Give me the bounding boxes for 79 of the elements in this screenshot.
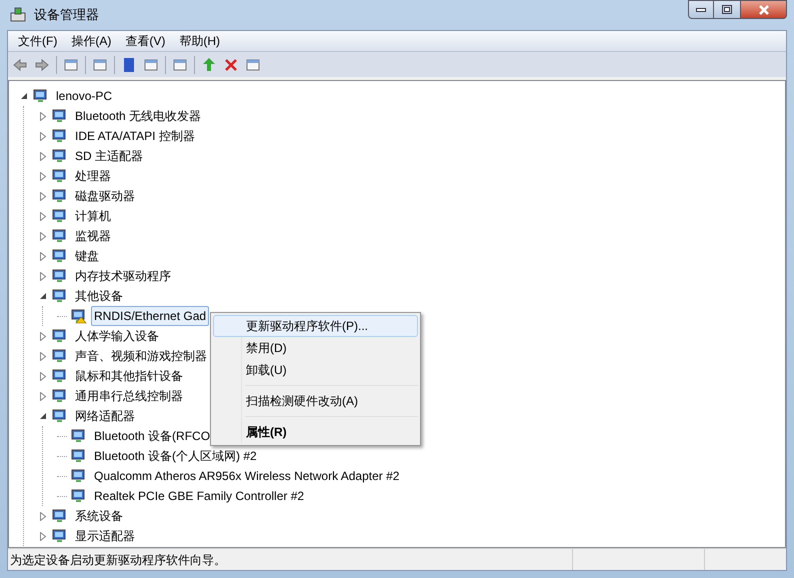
tree-item[interactable]: 监视器 — [72, 226, 114, 246]
device-icon — [52, 248, 68, 264]
menu-item[interactable]: 查看(V) — [119, 32, 172, 50]
tree-item[interactable]: 磁盘驱动器 — [72, 186, 138, 206]
expand-arrow-icon[interactable] — [39, 172, 47, 180]
tree-item[interactable]: RNDIS/Ethernet Gad — [91, 306, 210, 326]
device-icon — [33, 88, 49, 104]
device-icon — [52, 128, 68, 144]
expand-arrow-icon[interactable] — [39, 392, 47, 400]
menu-item[interactable]: 操作(A) — [65, 32, 118, 50]
window-title: 设备管理器 — [34, 6, 99, 24]
device-icon — [52, 108, 68, 124]
context-menu-item[interactable]: 禁用(D) — [213, 337, 418, 359]
maximize-icon — [722, 5, 732, 14]
context-menu-item[interactable]: 更新驱动程序软件(P)... — [213, 315, 418, 337]
expand-arrow-icon[interactable] — [39, 372, 47, 380]
expand-arrow-icon[interactable] — [39, 192, 47, 200]
expand-arrow-icon[interactable] — [39, 272, 47, 280]
app-icon — [10, 7, 26, 23]
tree-item[interactable]: 网络适配器 — [72, 406, 138, 426]
tree-item[interactable]: 显示适配器 — [72, 526, 138, 546]
expand-arrow-icon[interactable] — [39, 212, 47, 220]
context-menu-item[interactable]: 属性(R) — [213, 421, 418, 443]
device-icon — [52, 148, 68, 164]
tree-item[interactable]: SD 主适配器 — [72, 146, 146, 166]
collapse-arrow-icon[interactable] — [39, 292, 47, 300]
device-icon — [52, 528, 68, 544]
tree-item[interactable]: 通用串行总线控制器 — [72, 386, 186, 406]
close-button[interactable] — [740, 0, 787, 19]
tree-item[interactable]: 内存技术驱动程序 — [72, 266, 174, 286]
device-icon — [52, 208, 68, 224]
device-icon — [52, 348, 68, 364]
context-menu-item[interactable]: 卸载(U) — [213, 359, 418, 381]
tree-item[interactable]: Qualcomm Atheros AR956x Wireless Network Adapter #2 — [91, 466, 402, 486]
menu-item[interactable]: 帮助(H) — [173, 32, 226, 50]
device-icon — [52, 368, 68, 384]
expand-arrow-icon[interactable] — [39, 252, 47, 260]
tree-item[interactable]: lenovo-PC — [53, 86, 116, 106]
expand-arrow-icon[interactable] — [39, 512, 47, 520]
device-icon — [52, 268, 68, 284]
tree-item[interactable]: 其他设备 — [72, 286, 126, 306]
device-icon — [52, 228, 68, 244]
tree-item[interactable]: 键盘 — [72, 246, 102, 266]
context-menu-item[interactable]: 扫描检测硬件改动(A) — [213, 390, 418, 412]
expand-arrow-icon[interactable] — [39, 152, 47, 160]
forward-arrow-icon[interactable] — [34, 56, 50, 72]
expand-arrow-icon[interactable] — [39, 352, 47, 360]
tree-item[interactable]: Bluetooth 设备(个人区域网) #2 — [91, 446, 260, 466]
device-icon — [52, 168, 68, 184]
tree-item[interactable]: 处理器 — [72, 166, 114, 186]
minimize-icon — [696, 8, 706, 12]
expand-arrow-icon[interactable] — [39, 532, 47, 540]
collapse-arrow-icon[interactable] — [39, 412, 47, 420]
tree-item[interactable]: Bluetooth 设备(RFCO — [91, 426, 214, 446]
tree-item[interactable]: Bluetooth 无线电收发器 — [72, 106, 204, 126]
expand-arrow-icon[interactable] — [39, 332, 47, 340]
tree-item[interactable]: 人体学输入设备 — [72, 326, 162, 346]
tree-item[interactable]: 计算机 — [72, 206, 114, 226]
expand-arrow-icon[interactable] — [39, 132, 47, 140]
device-icon — [52, 328, 68, 344]
menu-item[interactable]: 文件(F) — [12, 32, 64, 50]
back-arrow-icon[interactable] — [12, 56, 28, 72]
maximize-button[interactable] — [714, 0, 740, 19]
device-icon — [52, 188, 68, 204]
device-icon — [52, 288, 68, 304]
close-icon — [758, 4, 770, 14]
expand-arrow-icon[interactable] — [39, 112, 47, 120]
device-icon — [52, 388, 68, 404]
tree-item[interactable]: 系统设备 — [72, 506, 126, 526]
status-text: 为选定设备启动更新驱动程序软件向导。 — [9, 552, 227, 568]
minimize-button[interactable] — [688, 0, 714, 19]
device-icon — [52, 508, 68, 524]
expand-arrow-icon[interactable] — [39, 232, 47, 240]
tree-item[interactable]: IDE ATA/ATAPI 控制器 — [72, 126, 198, 146]
device-icon — [52, 408, 68, 424]
tree-item[interactable]: 声音、视频和游戏控制器 — [72, 346, 210, 366]
collapse-arrow-icon[interactable] — [20, 92, 28, 100]
tree-item[interactable]: 鼠标和其他指针设备 — [72, 366, 186, 386]
tree-item[interactable]: Realtek PCIe GBE Family Controller #2 — [91, 486, 308, 506]
